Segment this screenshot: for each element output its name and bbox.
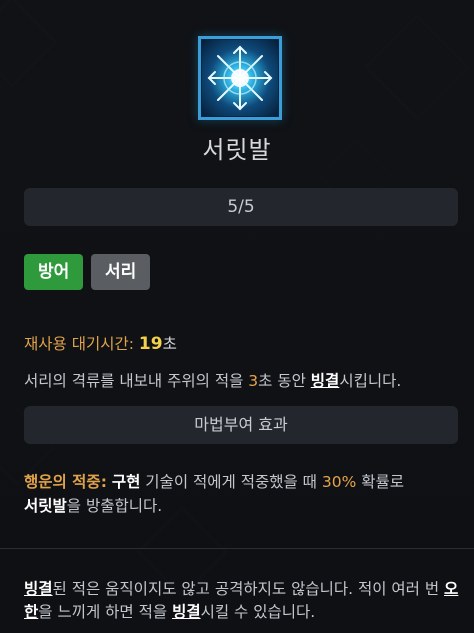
cooldown-value: 19 bbox=[138, 334, 163, 354]
enchant-chance: 30% bbox=[321, 473, 357, 491]
cooldown-unit: 초 bbox=[162, 335, 177, 353]
frost-snowflake-icon bbox=[198, 36, 282, 120]
enchant-label: 행운의 적중: bbox=[24, 473, 107, 491]
term-freeze-link-2[interactable]: 빙결 bbox=[172, 603, 201, 621]
skill-description: 서리의 격류를 내보내 주위의 적을 3초 동안 빙결시킵니다. bbox=[24, 372, 402, 390]
cooldown-line: 재사용 대기시간: 19초 bbox=[24, 332, 464, 356]
tag-defense: 방어 bbox=[24, 254, 84, 290]
duration-seconds: 3 bbox=[248, 372, 259, 390]
enchant-description: 행운의 적중: 구현 기술이 적에게 적중했을 때 30% 확률로 서릿발을 방출… bbox=[24, 473, 405, 515]
status-freeze-link[interactable]: 빙결 bbox=[311, 372, 340, 390]
tag-frost: 서리 bbox=[91, 254, 151, 290]
enchant-result-skill: 서릿발 bbox=[24, 497, 67, 515]
skill-name: 서릿발 bbox=[202, 136, 272, 164]
divider bbox=[0, 548, 474, 549]
enchant-skill-ref: 구현 bbox=[111, 473, 141, 491]
enchant-effect-header: 마법부여 효과 bbox=[24, 406, 458, 444]
cooldown-label: 재사용 대기시간: bbox=[24, 335, 134, 353]
freeze-note: 빙결된 적은 움직이지도 않고 공격하지도 않습니다. 적이 여러 번 오한을 … bbox=[24, 580, 459, 621]
skill-tooltip-panel: 서릿발 5/5 방어 서리 재사용 대기시간: 19초 서리의 격류를 내보내 … bbox=[0, 0, 474, 633]
term-freeze-link[interactable]: 빙결 bbox=[24, 580, 53, 598]
skill-level-indicator: 5/5 bbox=[24, 188, 458, 226]
